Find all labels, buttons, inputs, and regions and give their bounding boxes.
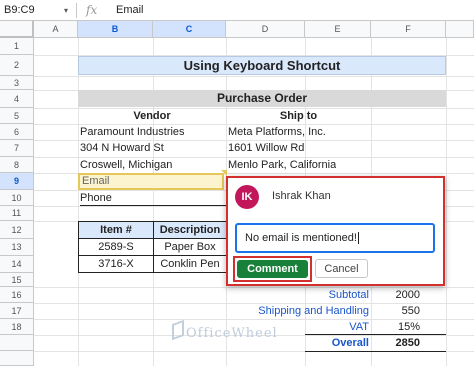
row-header[interactable]: 11 xyxy=(0,206,34,221)
column-header-f[interactable]: F xyxy=(371,21,446,38)
column-header-b[interactable]: B xyxy=(78,21,153,38)
watermark: OfficeWheel xyxy=(186,326,278,341)
avatar: IK xyxy=(235,185,259,209)
summary-value[interactable]: 15% xyxy=(398,319,420,335)
text-caret xyxy=(357,232,359,245)
cancel-button[interactable]: Cancel xyxy=(315,259,368,278)
sheet-title[interactable]: Using Keyboard Shortcut xyxy=(78,56,446,75)
shipto-header[interactable]: Ship to xyxy=(226,108,371,124)
row-header[interactable]: 12 xyxy=(0,221,34,239)
comment-popup: IK Ishrak Khan No email is mentioned! Co… xyxy=(226,176,445,286)
item-number-header[interactable]: Item # xyxy=(78,221,154,239)
description-cell[interactable]: Paper Box xyxy=(153,238,227,256)
grid-line xyxy=(446,38,447,366)
summary-label[interactable]: Subtotal xyxy=(329,287,369,303)
total-divider xyxy=(305,351,446,352)
comment-author: Ishrak Khan xyxy=(272,190,331,202)
shipto-line[interactable]: Meta Platforms, Inc. xyxy=(228,124,326,140)
row-header[interactable]: 2 xyxy=(0,55,34,76)
row-header[interactable] xyxy=(0,351,34,366)
comment-button-highlight: Comment xyxy=(233,256,312,282)
formula-separator xyxy=(76,3,77,18)
formula-bar: B9:C9 ▾ fx Email xyxy=(0,0,474,21)
comment-input[interactable]: No email is mentioned! xyxy=(235,223,435,253)
summary-label[interactable]: Shipping and Handling xyxy=(258,303,369,319)
column-header-c[interactable]: C xyxy=(153,21,226,38)
row-header-selected[interactable]: 9 xyxy=(0,173,34,190)
row-header[interactable]: 18 xyxy=(0,319,34,335)
officewheel-logo-icon xyxy=(172,319,184,341)
email-cell-selected[interactable]: Email xyxy=(78,173,224,190)
summary-value[interactable]: 550 xyxy=(402,303,420,319)
row-header[interactable]: 15 xyxy=(0,273,34,287)
row-header[interactable]: 17 xyxy=(0,303,34,319)
grid-line xyxy=(78,38,79,366)
row-header[interactable]: 4 xyxy=(0,90,34,108)
description-cell[interactable]: Conklin Pen xyxy=(153,255,227,273)
overall-label[interactable]: Overall xyxy=(332,335,369,351)
table-row: 2589-S Paper Box xyxy=(78,238,227,256)
column-header-d[interactable]: D xyxy=(226,21,305,38)
overall-value[interactable]: 2850 xyxy=(396,335,420,351)
shipto-line[interactable]: Menlo Park, California xyxy=(228,157,336,173)
vendor-line[interactable]: Paramount Industries xyxy=(80,124,185,140)
items-header-row: Item # Description xyxy=(78,221,227,239)
row-header[interactable]: 5 xyxy=(0,108,34,124)
row-header[interactable]: 13 xyxy=(0,239,34,256)
phone-cell[interactable]: Phone xyxy=(80,190,226,206)
summary-value[interactable]: 2000 xyxy=(396,287,420,303)
column-header-a[interactable]: A xyxy=(34,21,78,38)
description-header[interactable]: Description xyxy=(153,221,227,239)
vendor-header[interactable]: Vendor xyxy=(78,108,226,124)
column-header-e[interactable]: E xyxy=(305,21,371,38)
shipto-line[interactable]: 1601 Willow Rd xyxy=(228,140,304,156)
row-header[interactable]: 1 xyxy=(0,38,34,55)
spreadsheet-app: B9:C9 ▾ fx Email A B C D E F 1 2 3 4 5 6… xyxy=(0,0,474,366)
table-row: 3716-X Conklin Pen xyxy=(78,255,227,273)
select-all-corner[interactable] xyxy=(0,21,34,38)
item-number-cell[interactable]: 2589-S xyxy=(78,238,154,256)
grid-line xyxy=(34,76,474,77)
row-header[interactable]: 8 xyxy=(0,157,34,173)
row-header[interactable]: 10 xyxy=(0,190,34,206)
name-box[interactable]: B9:C9 xyxy=(0,0,62,21)
summary-label[interactable]: VAT xyxy=(349,319,369,335)
vendor-line[interactable]: Croswell, Michigan xyxy=(80,157,172,173)
vendor-line[interactable]: 304 N Howard St xyxy=(80,140,164,156)
row-header[interactable] xyxy=(0,335,34,351)
row-header[interactable]: 14 xyxy=(0,256,34,273)
name-box-dropdown-icon[interactable]: ▾ xyxy=(64,0,68,21)
total-divider xyxy=(305,334,446,335)
column-header-extra xyxy=(446,21,474,38)
row-header[interactable]: 6 xyxy=(0,124,34,140)
item-number-cell[interactable]: 3716-X xyxy=(78,255,154,273)
items-table: Item # Description 2589-S Paper Box 3716… xyxy=(78,221,227,273)
comment-text: No email is mentioned! xyxy=(245,232,357,244)
row-header[interactable]: 3 xyxy=(0,76,34,90)
comment-button[interactable]: Comment xyxy=(237,260,308,278)
fx-icon: fx xyxy=(86,3,98,17)
formula-input[interactable]: Email xyxy=(116,0,144,21)
row-header[interactable]: 16 xyxy=(0,287,34,303)
row-header[interactable]: 7 xyxy=(0,140,34,157)
purchase-order-header[interactable]: Purchase Order xyxy=(78,90,446,107)
